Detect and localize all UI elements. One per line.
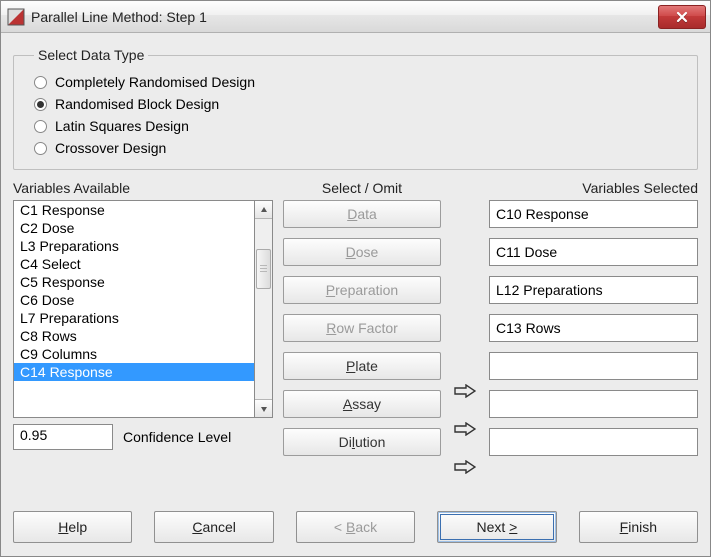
design-type-group: Select Data Type Completely Randomised D… bbox=[13, 47, 698, 170]
radio-option-2[interactable]: Latin Squares Design bbox=[34, 115, 681, 137]
available-column: Variables Available C1 ResponseC2 DoseL3… bbox=[13, 180, 273, 491]
dose-button[interactable]: Dose bbox=[283, 238, 441, 266]
dialog-window: Parallel Line Method: Step 1 Select Data… bbox=[0, 0, 711, 557]
finish-button[interactable]: Finish bbox=[579, 511, 698, 543]
variables-area: Variables Available C1 ResponseC2 DoseL3… bbox=[13, 180, 698, 491]
next-button[interactable]: Next > bbox=[437, 511, 556, 543]
app-icon bbox=[7, 8, 25, 26]
select-omit-column: Select / Omit Data Dose Preparation Row Fac… bbox=[283, 180, 441, 491]
selected-label: Variables Selected bbox=[489, 180, 698, 196]
radio-label: Randomised Block Design bbox=[55, 96, 219, 112]
list-item[interactable]: C9 Columns bbox=[14, 345, 254, 363]
arrows-column bbox=[451, 180, 479, 491]
selected-field-2[interactable]: L12 Preparations bbox=[489, 276, 698, 304]
scroll-up-button[interactable] bbox=[255, 201, 272, 219]
list-item[interactable]: C8 Rows bbox=[14, 327, 254, 345]
radio-option-3[interactable]: Crossover Design bbox=[34, 137, 681, 159]
scroll-thumb[interactable] bbox=[256, 249, 271, 289]
assign-arrow bbox=[451, 453, 479, 481]
selected-field-4[interactable] bbox=[489, 352, 698, 380]
radio-indicator bbox=[34, 120, 47, 133]
list-item[interactable]: C14 Response bbox=[14, 363, 254, 381]
assay-button[interactable]: Assay bbox=[283, 390, 441, 418]
available-listbox[interactable]: C1 ResponseC2 DoseL3 PreparationsC4 Sele… bbox=[13, 200, 255, 418]
chevron-down-icon bbox=[260, 405, 268, 413]
selected-column: Variables Selected C10 Response C11 Dose L… bbox=[489, 180, 698, 491]
arrow-right-icon bbox=[454, 422, 476, 436]
titlebar: Parallel Line Method: Step 1 bbox=[1, 1, 710, 33]
close-button[interactable] bbox=[658, 5, 706, 29]
dilution-button[interactable]: Dilution bbox=[283, 428, 441, 456]
available-scrollbar[interactable] bbox=[255, 200, 273, 418]
radio-option-1[interactable]: Randomised Block Design bbox=[34, 93, 681, 115]
available-listbox-wrap: C1 ResponseC2 DoseL3 PreparationsC4 Sele… bbox=[13, 200, 273, 418]
list-item[interactable]: C4 Select bbox=[14, 255, 254, 273]
list-item[interactable]: C2 Dose bbox=[14, 219, 254, 237]
list-item[interactable]: C6 Dose bbox=[14, 291, 254, 309]
list-item[interactable]: C5 Response bbox=[14, 273, 254, 291]
select-omit-label: Select / Omit bbox=[283, 180, 441, 196]
scroll-track[interactable] bbox=[255, 219, 272, 399]
arrow-right-icon bbox=[454, 460, 476, 474]
rowfactor-button[interactable]: Row Factor bbox=[283, 314, 441, 342]
available-label: Variables Available bbox=[13, 180, 273, 196]
confidence-input[interactable]: 0.95 bbox=[13, 424, 113, 450]
list-item[interactable]: L3 Preparations bbox=[14, 237, 254, 255]
radio-indicator bbox=[34, 142, 47, 155]
selected-field-5[interactable] bbox=[489, 390, 698, 418]
cancel-button[interactable]: Cancel bbox=[154, 511, 273, 543]
group-legend: Select Data Type bbox=[34, 47, 148, 63]
confidence-label: Confidence Level bbox=[123, 429, 231, 445]
plate-button[interactable]: Plate bbox=[283, 352, 441, 380]
help-button[interactable]: Help bbox=[13, 511, 132, 543]
radio-option-0[interactable]: Completely Randomised Design bbox=[34, 71, 681, 93]
scroll-down-button[interactable] bbox=[255, 399, 272, 417]
radio-label: Completely Randomised Design bbox=[55, 74, 255, 90]
radio-label: Latin Squares Design bbox=[55, 118, 189, 134]
assign-arrow bbox=[451, 377, 479, 405]
radio-indicator bbox=[34, 76, 47, 89]
window-title: Parallel Line Method: Step 1 bbox=[31, 9, 658, 25]
selected-field-1[interactable]: C11 Dose bbox=[489, 238, 698, 266]
selected-field-3[interactable]: C13 Rows bbox=[489, 314, 698, 342]
preparation-button[interactable]: Preparation bbox=[283, 276, 441, 304]
back-button[interactable]: < Back bbox=[296, 511, 415, 543]
confidence-row: 0.95 Confidence Level bbox=[13, 424, 273, 450]
radio-indicator bbox=[34, 98, 47, 111]
list-item[interactable]: C1 Response bbox=[14, 201, 254, 219]
selected-field-6[interactable] bbox=[489, 428, 698, 456]
client-area: Select Data Type Completely Randomised D… bbox=[1, 33, 710, 556]
close-icon bbox=[676, 11, 688, 23]
list-item[interactable]: L7 Preparations bbox=[14, 309, 254, 327]
arrow-right-icon bbox=[454, 384, 476, 398]
data-button[interactable]: Data bbox=[283, 200, 441, 228]
footer-buttons: Help Cancel < Back Next > Finish bbox=[13, 511, 698, 543]
assign-arrow bbox=[451, 415, 479, 443]
radio-label: Crossover Design bbox=[55, 140, 166, 156]
chevron-up-icon bbox=[260, 206, 268, 214]
selected-field-0[interactable]: C10 Response bbox=[489, 200, 698, 228]
